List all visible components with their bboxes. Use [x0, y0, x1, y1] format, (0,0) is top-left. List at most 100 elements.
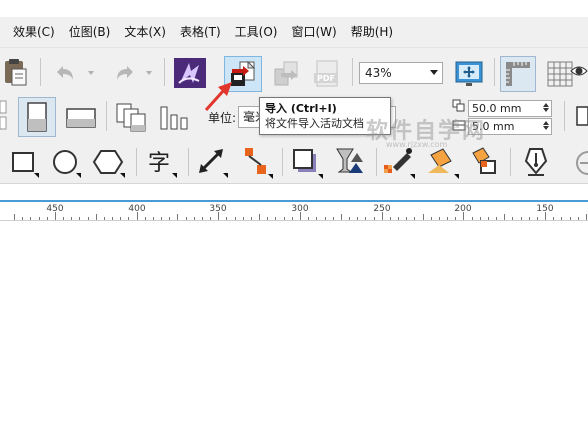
- ruler-tick: [275, 217, 277, 220]
- dimension-tool[interactable]: [194, 144, 230, 180]
- menu-table[interactable]: 表格(T): [173, 17, 228, 47]
- all-pages-button[interactable]: [112, 99, 150, 135]
- ruler-tick: [95, 214, 97, 220]
- horizontal-ruler[interactable]: 450 400 350 300 250 200 150: [0, 200, 588, 221]
- interactive-fill-tool[interactable]: [424, 144, 460, 180]
- watermark-url: www.rjzxw.com: [386, 140, 448, 149]
- nudge-icon: [452, 99, 465, 112]
- rectangle-tool[interactable]: [8, 146, 42, 180]
- chevron-down-icon: [146, 71, 152, 75]
- page-size-field-edge[interactable]: [0, 99, 8, 133]
- ruler-tick: [340, 214, 342, 220]
- ruler-tick: [373, 217, 375, 220]
- transparency-tool[interactable]: [330, 144, 370, 180]
- ruler-tick: [267, 217, 269, 220]
- color-eyedropper-tool[interactable]: [380, 144, 416, 180]
- standard-toolbar: PDF 43%: [0, 47, 588, 95]
- red-arrow-icon: [204, 82, 232, 112]
- text-tool[interactable]: 字: [142, 144, 180, 180]
- zoom-level-select[interactable]: 43%: [359, 62, 443, 84]
- ruler-tick: [520, 217, 522, 220]
- nudge-spinner[interactable]: [541, 102, 550, 115]
- polygon-tool[interactable]: [92, 146, 128, 180]
- hexagon-icon: [92, 150, 125, 178]
- ruler-tick: [210, 217, 212, 220]
- undo-button[interactable]: [52, 60, 80, 86]
- separator: [282, 148, 283, 176]
- filled-object-icon: [576, 106, 588, 126]
- ruler-tick: [389, 217, 391, 220]
- chevron-down-icon: [430, 70, 438, 75]
- separator: [352, 58, 353, 86]
- current-page-button[interactable]: [156, 99, 194, 135]
- export-button[interactable]: [270, 58, 302, 90]
- ruler-tick: [422, 214, 424, 220]
- duplicate-spinner[interactable]: [541, 120, 550, 133]
- portrait-button[interactable]: [18, 97, 56, 137]
- ruler-tick: [38, 217, 40, 220]
- separator: [136, 148, 137, 176]
- undo-dropdown[interactable]: [86, 68, 96, 78]
- ruler-tick: [22, 217, 24, 220]
- wine-glass-icon: [336, 148, 363, 173]
- smart-fill-tool[interactable]: [466, 144, 502, 180]
- menu-effects[interactable]: 效果(C): [6, 17, 62, 47]
- ruler-tick: [14, 214, 15, 220]
- menu-tools[interactable]: 工具(O): [228, 17, 285, 47]
- ruler-tick: [87, 217, 89, 220]
- landscape-button[interactable]: [62, 99, 100, 135]
- redo-dropdown[interactable]: [144, 68, 154, 78]
- ruler-tick: [218, 212, 220, 220]
- ruler-tick: [144, 217, 146, 220]
- text-char-icon: 字: [148, 151, 177, 178]
- drawing-canvas[interactable]: [0, 221, 588, 432]
- ruler-tick: [46, 217, 48, 220]
- ruler-tick: [569, 217, 571, 220]
- ruler-tick: [103, 217, 105, 220]
- paste-button[interactable]: [0, 56, 30, 88]
- ruler-tick: [193, 217, 195, 220]
- separator: [164, 58, 165, 86]
- ruler-tick: [120, 217, 122, 220]
- separator: [564, 101, 565, 131]
- ruler-tick: [299, 212, 301, 220]
- full-screen-preview-button[interactable]: [452, 58, 486, 90]
- ruler-tick: [545, 212, 547, 220]
- preview-mode-button[interactable]: [570, 62, 588, 80]
- landscape-page-icon: [66, 108, 96, 128]
- drop-shadow-tool[interactable]: [288, 144, 324, 180]
- tools-toolbar: 字: [0, 140, 588, 184]
- treat-as-filled-button[interactable]: [574, 99, 588, 133]
- menu-text[interactable]: 文本(X): [117, 17, 173, 47]
- ruler-tick: [455, 217, 457, 220]
- ruler-tick: [504, 214, 506, 220]
- menu-bar: 效果(C) 位图(B) 文本(X) 表格(T) 工具(O) 窗口(W) 帮助(H…: [0, 17, 588, 47]
- publish-pdf-button[interactable]: PDF: [310, 58, 344, 90]
- portrait-page-icon: [27, 102, 47, 132]
- ruler-tick: [398, 217, 399, 220]
- eyedropper-icon: [384, 148, 415, 179]
- contour-pen-tool[interactable]: [518, 144, 554, 180]
- connector-tool[interactable]: [238, 144, 274, 180]
- ruler-tick: [471, 217, 473, 220]
- redo-button[interactable]: [110, 60, 138, 86]
- ruler-tick: [234, 217, 236, 220]
- show-rulers-button[interactable]: [500, 56, 536, 92]
- menu-window[interactable]: 窗口(W): [284, 17, 343, 47]
- remove-button-partial[interactable]: [572, 146, 588, 180]
- separator: [188, 148, 189, 176]
- menu-help[interactable]: 帮助(H): [344, 17, 400, 47]
- ruler-tick: [324, 217, 326, 220]
- nudge-icon-wrap: [452, 99, 466, 113]
- ruler-tick: [30, 217, 32, 220]
- ruler-tick: [63, 217, 64, 220]
- ruler-tick: [177, 214, 179, 220]
- ellipse-tool[interactable]: [50, 146, 84, 180]
- full-screen-icon: [455, 61, 483, 86]
- current-page-icon: [160, 106, 188, 130]
- ruler-tick: [381, 212, 383, 220]
- drop-shadow-icon: [293, 149, 323, 179]
- menu-bitmaps[interactable]: 位图(B): [62, 17, 118, 47]
- ruler-icon: [506, 62, 530, 86]
- ruler-tick: [316, 217, 318, 220]
